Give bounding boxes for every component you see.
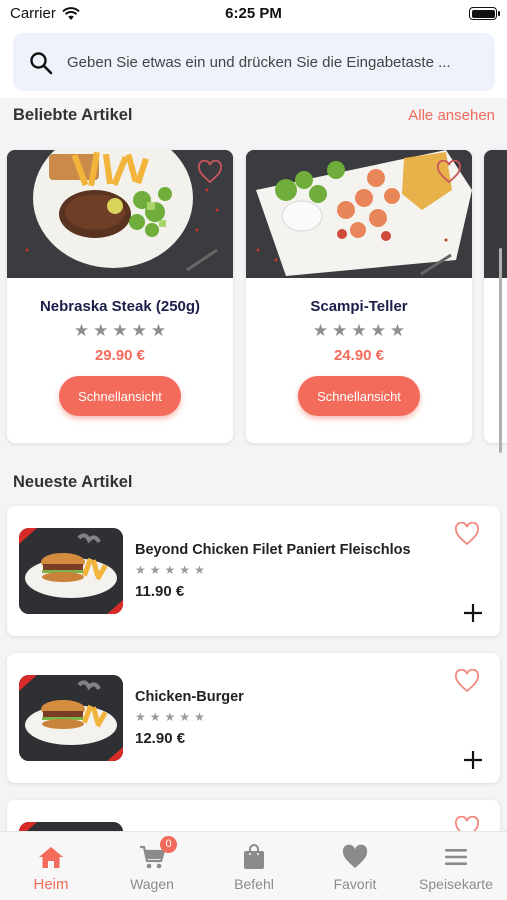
tab-label: Favorit bbox=[333, 876, 377, 892]
tab-label: Speisekarte bbox=[419, 876, 493, 892]
search-area bbox=[0, 28, 507, 98]
add-to-cart-plus-icon[interactable] bbox=[462, 749, 484, 771]
product-image bbox=[7, 150, 233, 278]
search-icon bbox=[30, 52, 53, 75]
star-icon: ★ bbox=[135, 710, 146, 724]
star-icon: ★ bbox=[131, 321, 147, 340]
product-name: Scampi-Teller bbox=[310, 298, 408, 315]
star-icon: ★ bbox=[179, 710, 191, 724]
newest-section-header: Neueste Artikel bbox=[13, 473, 495, 492]
product-name: Beyond Chicken Filet Paniert Fleischlos bbox=[135, 542, 411, 558]
tab-home[interactable]: Heim bbox=[1, 842, 101, 893]
popular-section-header: Beliebte Artikel Alle ansehen bbox=[13, 106, 495, 125]
rating-stars: ★ ★ ★ ★ ★ bbox=[135, 711, 205, 723]
tab-label: Befehl bbox=[234, 876, 274, 892]
add-to-cart-plus-icon[interactable] bbox=[462, 602, 484, 624]
product-price: 29.90 € bbox=[94, 347, 146, 364]
rating-stars: ★ ★ ★ ★ ★ bbox=[135, 564, 205, 576]
star-icon: ★ bbox=[312, 321, 329, 340]
product-name: Nebraska Steak (250g) bbox=[39, 298, 201, 315]
favorite-heart-icon[interactable] bbox=[454, 669, 480, 693]
star-icon: ★ bbox=[332, 321, 348, 340]
home-icon bbox=[39, 847, 63, 868]
star-icon: ★ bbox=[164, 710, 176, 724]
heart-icon bbox=[342, 844, 368, 868]
star-icon: ★ bbox=[194, 710, 205, 724]
popular-section-title: Beliebte Artikel bbox=[13, 106, 133, 124]
product-thumbnail bbox=[19, 822, 123, 831]
star-icon: ★ bbox=[73, 321, 90, 340]
star-icon: ★ bbox=[149, 710, 161, 724]
battery-icon bbox=[469, 7, 500, 20]
menu-icon bbox=[445, 849, 467, 865]
star-icon: ★ bbox=[351, 321, 367, 340]
favorite-heart-icon[interactable] bbox=[454, 522, 480, 546]
product-name: Chicken-Burger bbox=[135, 689, 244, 705]
tab-favorites[interactable]: Favorit bbox=[305, 842, 405, 892]
product-price: 11.90 € bbox=[135, 583, 185, 600]
product-image bbox=[246, 150, 472, 278]
home-content[interactable]: Beliebte Artikel Alle ansehen Nebraska S… bbox=[0, 98, 507, 831]
search-input[interactable] bbox=[67, 43, 477, 81]
status-time: 6:25 PM bbox=[225, 5, 282, 22]
tab-menu[interactable]: Speisekarte bbox=[406, 842, 506, 892]
star-icon: ★ bbox=[194, 563, 205, 577]
tab-cart[interactable]: 0 Wagen bbox=[102, 836, 202, 892]
star-icon: ★ bbox=[149, 563, 161, 577]
favorite-heart-icon[interactable] bbox=[454, 816, 480, 831]
quick-view-button[interactable]: Schnellansicht bbox=[298, 376, 420, 416]
product-thumbnail bbox=[19, 675, 123, 761]
star-icon: ★ bbox=[112, 321, 128, 340]
see-all-link[interactable]: Alle ansehen bbox=[408, 107, 495, 124]
tab-label: Heim bbox=[33, 876, 69, 893]
product-price: 24.90 € bbox=[333, 347, 385, 364]
cart-count-badge: 0 bbox=[160, 836, 177, 853]
newest-item-card[interactable]: Beyond Chicken Filet Paniert Fleischlos … bbox=[7, 506, 500, 636]
rating-stars: ★ ★ ★ ★ ★ bbox=[7, 322, 233, 340]
star-icon: ★ bbox=[150, 321, 167, 340]
star-icon: ★ bbox=[164, 563, 176, 577]
quick-view-button[interactable]: Schnellansicht bbox=[59, 376, 181, 416]
product-price: 12.90 € bbox=[135, 730, 186, 747]
tab-label: Wagen bbox=[130, 876, 174, 892]
tab-orders[interactable]: Befehl bbox=[204, 842, 304, 892]
newest-section-title: Neueste Artikel bbox=[13, 473, 133, 491]
rating-stars: ★ ★ ★ ★ ★ bbox=[246, 322, 472, 340]
popular-item-card[interactable]: Scampi-Teller ★ ★ ★ ★ ★ 24.90 € Schnellansic… bbox=[246, 150, 472, 443]
popular-item-card[interactable] bbox=[484, 150, 507, 443]
star-icon: ★ bbox=[179, 563, 191, 577]
star-icon: ★ bbox=[370, 321, 386, 340]
product-thumbnail bbox=[19, 528, 123, 614]
star-icon: ★ bbox=[93, 321, 109, 340]
popular-item-card[interactable]: Nebraska Steak (250g) ★ ★ ★ ★ ★ 29.90 € Schn… bbox=[7, 150, 233, 443]
star-icon: ★ bbox=[135, 563, 146, 577]
product-image bbox=[484, 150, 507, 278]
status-bar: Carrier 6:25 PM bbox=[0, 0, 507, 28]
favorite-heart-icon[interactable] bbox=[197, 160, 223, 184]
vertical-scrollbar[interactable] bbox=[499, 248, 502, 453]
star-icon: ★ bbox=[389, 321, 406, 340]
favorite-heart-icon[interactable] bbox=[436, 160, 462, 184]
search-bar[interactable] bbox=[13, 33, 495, 91]
newest-item-card[interactable] bbox=[7, 800, 500, 831]
bottom-tab-bar: Heim 0 Wagen Befehl Favorit Speisekarte bbox=[0, 831, 507, 900]
bag-icon bbox=[244, 844, 264, 869]
newest-item-card[interactable]: Chicken-Burger ★ ★ ★ ★ ★ 12.90 € bbox=[7, 653, 500, 783]
